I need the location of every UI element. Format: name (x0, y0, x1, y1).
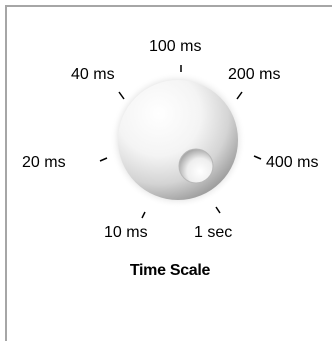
scale-label-1sec: 1 sec (194, 224, 233, 241)
scale-label-400ms: 400 ms (266, 154, 319, 171)
scale-label-20ms: 20 ms (22, 154, 66, 171)
tick-20ms (99, 157, 108, 162)
time-scale-panel: 100 ms 40 ms 200 ms 20 ms 400 ms 10 ms 1… (0, 0, 332, 341)
scale-label-200ms: 200 ms (228, 66, 281, 83)
scale-label-40ms: 40 ms (71, 66, 115, 83)
tick-10ms (141, 211, 146, 219)
tick-200ms (236, 91, 243, 100)
knob-icon[interactable] (110, 72, 246, 208)
control-title: Time Scale (129, 262, 211, 279)
scale-label-100ms: 100 ms (149, 38, 202, 55)
scale-label-10ms: 10 ms (104, 224, 148, 241)
tick-1sec (215, 206, 221, 214)
tick-40ms (118, 91, 125, 100)
tick-400ms (253, 155, 262, 160)
